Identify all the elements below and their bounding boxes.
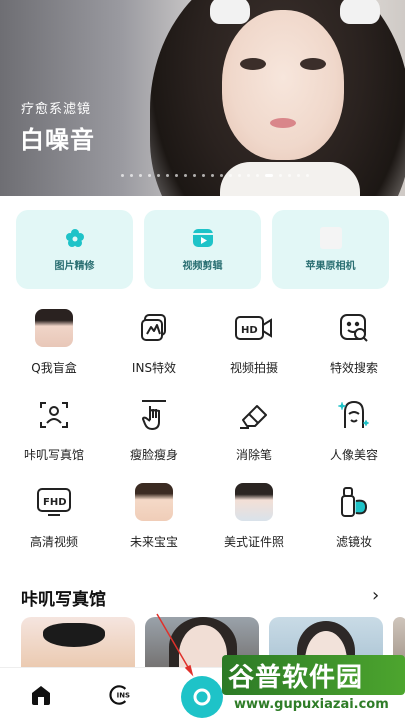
tool-label: 未来宝宝 (129, 535, 178, 549)
camera-button[interactable] (181, 676, 223, 718)
face-search-icon (334, 308, 374, 348)
video-clip-icon (192, 227, 214, 249)
tool-label: Q我盲盒 (31, 361, 77, 375)
watermark-url: www.gupuxiazai.com (234, 697, 389, 712)
tool-label: 咔叽写真馆 (23, 448, 84, 462)
tool-label: 视频拍摄 (229, 361, 278, 375)
baby-thumbnail (135, 483, 173, 521)
pagination-dot (256, 174, 259, 177)
watermark-text: 谷普软件园 (228, 663, 364, 693)
pagination-dot (175, 174, 178, 177)
section-more-arrow-icon[interactable]: › (372, 585, 379, 606)
banner-portrait-collar (220, 162, 360, 196)
hero-banner[interactable]: 疗愈系滤镜 白噪音 (0, 0, 405, 196)
pagination-dot (229, 174, 232, 177)
pagination-dot (279, 174, 282, 177)
pagination-dot (265, 174, 273, 177)
pagination-dot (139, 174, 142, 177)
card-apple-camera[interactable]: 苹果原相机 (272, 210, 389, 289)
pagination-dot (130, 174, 133, 177)
tool-label: 消除笔 (235, 448, 272, 462)
tool-hd-video[interactable]: FHD 高清视频 (4, 482, 104, 569)
tool-slim[interactable]: 瘦脸瘦身 (104, 395, 204, 482)
fhd-icon: FHD (34, 482, 74, 522)
card-photo-retouch[interactable]: 图片精修 (16, 210, 133, 289)
tool-label: 人像美容 (329, 448, 378, 462)
card-video-edit[interactable]: 视频剪辑 (144, 210, 261, 289)
pagination-dot (148, 174, 151, 177)
ins-icon[interactable]: INS (108, 682, 134, 708)
hand-slim-icon (134, 395, 174, 435)
tool-photo-studio[interactable]: 咔叽写真馆 (4, 395, 104, 482)
banner-subtitle: 疗愈系滤镜 (21, 102, 92, 117)
pagination-dot (157, 174, 160, 177)
tool-label: 滤镜妆 (335, 535, 372, 549)
tool-ins-effect[interactable]: INS特效 (104, 308, 204, 395)
ins-frame-icon (134, 308, 174, 348)
tool-video-shoot[interactable]: HD 视频拍摄 (204, 308, 304, 395)
avatar-thumbnail (35, 309, 73, 347)
pagination-dot (193, 174, 196, 177)
feature-cards: 图片精修 视频剪辑 苹果原相机 (16, 210, 390, 290)
id-photo-thumbnail (235, 483, 273, 521)
tool-label: INS特效 (131, 361, 177, 375)
eraser-icon (234, 395, 274, 435)
tool-effect-search[interactable]: 特效搜索 (304, 308, 404, 395)
hd-camera-icon: HD (234, 308, 274, 348)
banner-ear-left (210, 0, 250, 24)
pagination-dot (166, 174, 169, 177)
flower-icon (64, 227, 86, 249)
home-icon[interactable] (28, 682, 54, 708)
card-label: 苹果原相机 (305, 261, 356, 272)
tool-id-photo[interactable]: 美式证件照 (204, 482, 304, 569)
face-sparkle-icon (334, 395, 374, 435)
camera-icon (193, 688, 211, 706)
section-title: 咔叽写真馆 (21, 590, 106, 610)
banner-ear-right (340, 0, 380, 24)
svg-text:HD: HD (241, 325, 258, 336)
pagination-dot (184, 174, 187, 177)
tool-label: 瘦脸瘦身 (129, 448, 178, 462)
tool-eraser[interactable]: 消除笔 (204, 395, 304, 482)
pagination-dot (306, 174, 309, 177)
tool-grid: Q我盲盒 INS特效 HD 视频拍摄 特效搜索 咔叽写真馆 瘦脸瘦身 消除笔 人… (4, 308, 404, 569)
tool-blind-box[interactable]: Q我盲盒 (4, 308, 104, 395)
makeup-bottle-icon (334, 482, 374, 522)
placeholder-square-icon (319, 227, 342, 249)
tool-label: 特效搜索 (329, 361, 378, 375)
watermark: 谷普软件园 www.gupuxiazai.com (222, 655, 405, 717)
pagination-dot (211, 174, 214, 177)
banner-title: 白噪音 (20, 126, 95, 154)
portrait-frame-icon (34, 395, 74, 435)
pagination-dot (220, 174, 223, 177)
pagination-dot (297, 174, 300, 177)
pagination-dot (202, 174, 205, 177)
tool-label: 高清视频 (29, 535, 78, 549)
banner-pagination (121, 174, 309, 177)
svg-text:INS: INS (117, 692, 130, 700)
pagination-dot (238, 174, 241, 177)
card-label: 视频剪辑 (182, 261, 223, 272)
pagination-dot (288, 174, 291, 177)
card-label: 图片精修 (54, 261, 95, 272)
banner-portrait-face (222, 10, 344, 160)
tool-label: 美式证件照 (223, 535, 284, 549)
pagination-dot (247, 174, 250, 177)
tool-future-baby[interactable]: 未来宝宝 (104, 482, 204, 569)
svg-text:FHD: FHD (43, 497, 67, 508)
tool-filter-makeup[interactable]: 滤镜妆 (304, 482, 404, 569)
pagination-dot (121, 174, 124, 177)
tool-beauty[interactable]: 人像美容 (304, 395, 404, 482)
